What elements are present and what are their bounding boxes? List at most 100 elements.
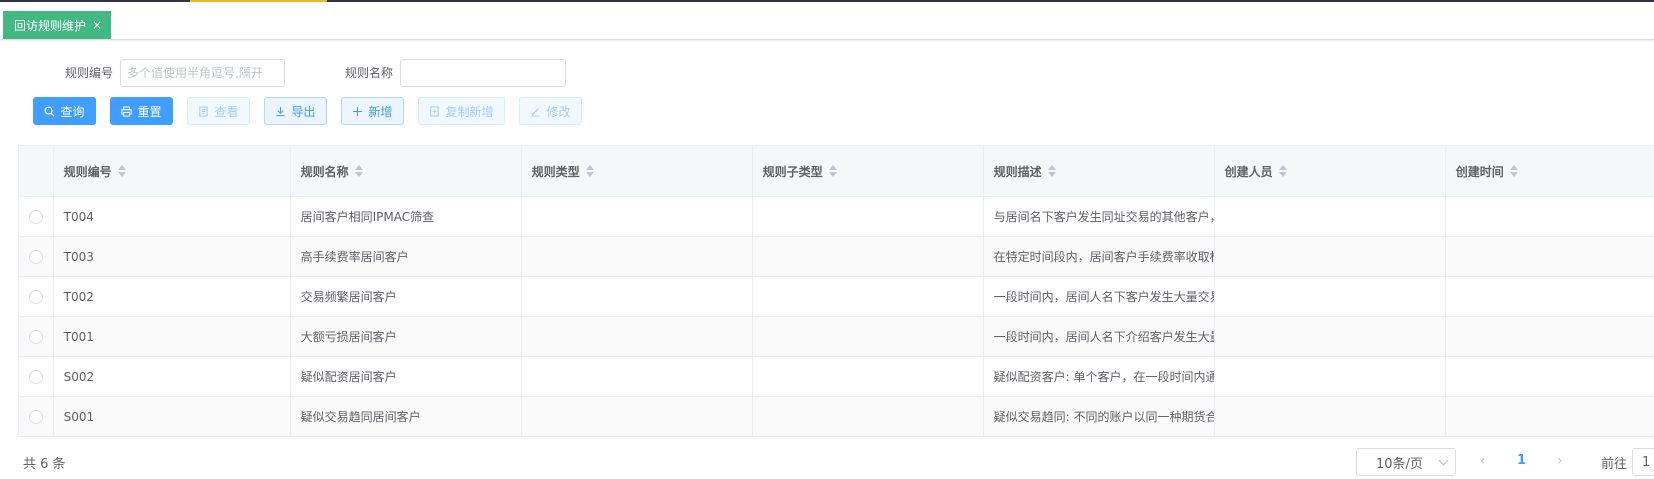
rule-code-input[interactable]: [120, 59, 285, 87]
cell-rule-description: 与居间名下客户发生同址交易的其他客户，: [984, 197, 1215, 236]
row-select-radio[interactable]: [29, 249, 43, 264]
cell-rule-description: 一段时间内，居间人名下客户发生大量交易: [984, 277, 1215, 316]
cell-rule-name: 高手续费率居间客户: [291, 237, 522, 276]
cell-created-time: [1446, 277, 1654, 316]
header-creator[interactable]: 创建人员: [1215, 146, 1446, 196]
cell-rule-description: 一段时间内，居间人名下介绍客户发生大量: [984, 317, 1215, 356]
table-row[interactable]: T004 居间客户相同IPMAC筛查 与居间名下客户发生同址交易的其他客户，: [19, 197, 1654, 237]
row-select-radio[interactable]: [29, 209, 43, 224]
table-row[interactable]: T002 交易频繁居间客户 一段时间内，居间人名下客户发生大量交易: [19, 277, 1654, 317]
cell-rule-code: T004: [54, 197, 291, 236]
printer-icon: [121, 105, 133, 117]
header-rule-type[interactable]: 规则类型: [522, 146, 753, 196]
sort-icon[interactable]: [1278, 165, 1287, 177]
view-button[interactable]: 查看: [187, 97, 250, 125]
header-rule-code[interactable]: 规则编号: [54, 146, 291, 196]
cell-creator: [1215, 237, 1446, 276]
cell-rule-code: S002: [54, 357, 291, 396]
row-select-radio[interactable]: [29, 369, 43, 384]
export-label: 导出: [291, 104, 316, 119]
cell-created-time: [1446, 197, 1654, 236]
export-button[interactable]: 导出: [264, 97, 327, 125]
cell-rule-code: T002: [54, 277, 291, 316]
tab-rule-maintenance[interactable]: 回访规则维护 ×: [3, 11, 112, 39]
cell-rule-type: [522, 397, 753, 436]
view-label: 查看: [214, 104, 239, 119]
cell-creator: [1215, 277, 1446, 316]
document-icon: [199, 105, 209, 117]
reset-button[interactable]: 重置: [110, 97, 173, 125]
table-row[interactable]: T001 大额亏损居间客户 一段时间内，居间人名下介绍客户发生大量: [19, 317, 1654, 357]
page-number-current[interactable]: 1: [1517, 453, 1526, 468]
cell-created-time: [1446, 357, 1654, 396]
sort-icon[interactable]: [585, 165, 594, 177]
page-size-select[interactable]: 10条/页: [1356, 448, 1456, 476]
cell-creator: [1215, 197, 1446, 236]
cell-rule-description: 疑似交易趋同: 不同的账户以同一种期货合: [984, 397, 1215, 436]
edit-label: 修改: [546, 104, 571, 119]
edit-button[interactable]: 修改: [519, 97, 582, 125]
row-select-radio[interactable]: [29, 409, 43, 424]
header-select-cell: [19, 146, 54, 196]
cell-rule-subtype: [753, 197, 984, 236]
cell-rule-type: [522, 277, 753, 316]
cell-rule-type: [522, 237, 753, 276]
rule-code-label: 规则编号: [65, 66, 114, 80]
cell-rule-code: T003: [54, 237, 291, 276]
goto-label: 前往: [1601, 457, 1628, 472]
copy-add-button[interactable]: 复制新增: [418, 97, 505, 125]
row-select-radio[interactable]: [29, 329, 43, 344]
close-icon[interactable]: ×: [92, 18, 102, 32]
table-row[interactable]: S001 疑似交易趋同居间客户 疑似交易趋同: 不同的账户以同一种期货合: [19, 397, 1654, 437]
header-created-time[interactable]: 创建时间: [1446, 146, 1654, 196]
table-row[interactable]: T003 高手续费率居间客户 在特定时间段内，居间客户手续费率收取标: [19, 237, 1654, 277]
cell-rule-description: 在特定时间段内，居间客户手续费率收取标: [984, 237, 1215, 276]
rule-name-label: 规则名称: [345, 66, 394, 80]
sort-icon[interactable]: [828, 165, 837, 177]
cell-rule-subtype: [753, 357, 984, 396]
header-rule-subtype[interactable]: 规则子类型: [753, 146, 984, 196]
goto-page-input[interactable]: 1: [1632, 448, 1654, 476]
table-row[interactable]: S002 疑似配资居间客户 疑似配资客户: 单个客户，在一段时间内通: [19, 357, 1654, 397]
pencil-icon: [531, 107, 541, 117]
query-button[interactable]: 查询: [33, 97, 96, 125]
row-select-radio[interactable]: [29, 289, 43, 304]
cell-rule-name: 疑似配资居间客户: [291, 357, 522, 396]
reset-label: 重置: [137, 104, 162, 119]
copy-document-icon: [430, 105, 440, 117]
query-label: 查询: [60, 104, 85, 119]
total-count: 共 6 条: [23, 457, 66, 472]
cell-rule-subtype: [753, 397, 984, 436]
download-icon: [276, 106, 286, 116]
cell-rule-code: S001: [54, 397, 291, 436]
header-rule-name[interactable]: 规则名称: [291, 146, 522, 196]
tab-label: 回访规则维护: [14, 18, 87, 33]
cell-created-time: [1446, 317, 1654, 356]
sort-icon[interactable]: [354, 165, 363, 177]
cell-creator: [1215, 317, 1446, 356]
header-rule-description[interactable]: 规则描述: [984, 146, 1215, 196]
next-page-icon[interactable]: ›: [1557, 453, 1563, 469]
sort-icon[interactable]: [1047, 165, 1056, 177]
tab-bar: 回访规则维护 ×: [0, 2, 1654, 40]
sort-icon[interactable]: [117, 165, 126, 177]
cell-rule-description: 疑似配资客户: 单个客户，在一段时间内通: [984, 357, 1215, 396]
cell-rule-subtype: [753, 317, 984, 356]
cell-rule-name: 交易频繁居间客户: [291, 277, 522, 316]
cell-rule-code: T001: [54, 317, 291, 356]
cell-rule-name: 居间客户相同IPMAC筛查: [291, 197, 522, 236]
add-button[interactable]: 新增: [341, 97, 404, 125]
sort-icon[interactable]: [1509, 165, 1518, 177]
cell-rule-name: 大额亏损居间客户: [291, 317, 522, 356]
rules-table: 规则编号 规则名称 规则类型 规则子类型 规则描述 创建人员 创建时间 T004…: [18, 145, 1654, 437]
cell-created-time: [1446, 237, 1654, 276]
chevron-down-icon: [1438, 455, 1449, 466]
cell-rule-subtype: [753, 237, 984, 276]
cell-rule-type: [522, 317, 753, 356]
rule-name-input[interactable]: [400, 59, 566, 87]
cell-rule-subtype: [753, 277, 984, 316]
cell-created-time: [1446, 397, 1654, 436]
copy-add-label: 复制新增: [445, 104, 494, 119]
cell-rule-type: [522, 197, 753, 236]
prev-page-icon[interactable]: ‹: [1480, 453, 1486, 469]
